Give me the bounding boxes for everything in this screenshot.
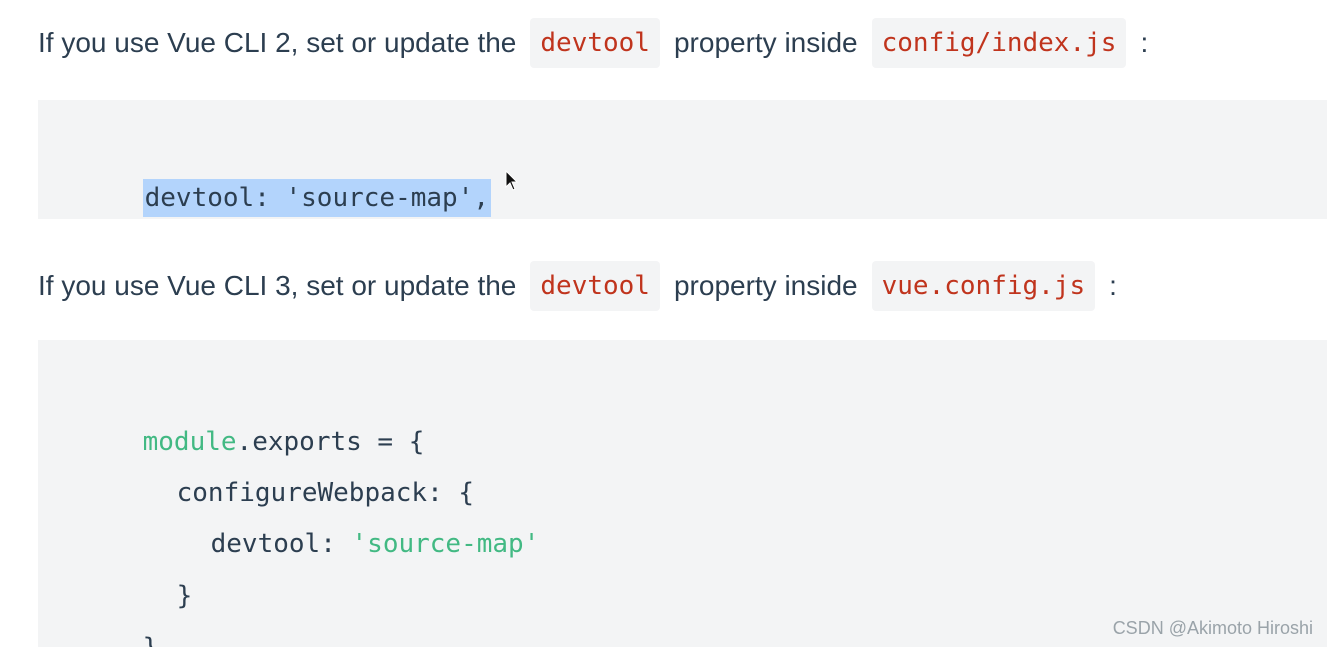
code-line[interactable]: devtool: 'source-map', bbox=[80, 138, 491, 217]
paragraph-vue-cli-3: If you use Vue CLI 3, set or update the … bbox=[38, 260, 1117, 312]
selected-code-text[interactable]: devtool: 'source-map', bbox=[142, 179, 491, 217]
code-line[interactable]: } bbox=[114, 536, 193, 611]
code-line[interactable]: } bbox=[80, 588, 159, 647]
inline-code-devtool: devtool bbox=[530, 261, 660, 311]
paragraph-colon: : bbox=[1109, 270, 1117, 301]
paragraph-text: If you use Vue CLI 3, set or update the bbox=[38, 270, 517, 301]
inline-code-config-file: config/index.js bbox=[871, 18, 1127, 68]
code-line[interactable]: module.exports = { bbox=[80, 382, 425, 457]
code-token-string: 'source-map' bbox=[351, 529, 540, 559]
code-line[interactable]: configureWebpack: { bbox=[114, 433, 474, 508]
paragraph-text: If you use Vue CLI 2, set or update the bbox=[38, 27, 517, 58]
code-line[interactable]: devtool: 'source-map' bbox=[148, 484, 540, 559]
code-token: devtool: bbox=[210, 529, 352, 559]
paragraph-text: property inside bbox=[673, 27, 858, 58]
code-token: } bbox=[176, 581, 193, 611]
inline-code-vue-config-file: vue.config.js bbox=[871, 261, 1096, 311]
watermark: CSDN @Akimoto Hiroshi bbox=[1112, 618, 1313, 638]
paragraph-vue-cli-2: If you use Vue CLI 2, set or update the … bbox=[38, 17, 1148, 69]
paragraph-colon: : bbox=[1140, 27, 1149, 58]
code-block-cli2[interactable]: devtool: 'source-map', bbox=[38, 100, 1327, 219]
mouse-pointer-icon bbox=[505, 170, 519, 191]
inline-code-devtool: devtool bbox=[530, 18, 660, 68]
code-block-cli3[interactable]: module.exports = { configureWebpack: { d… bbox=[38, 340, 1327, 647]
code-token: } bbox=[143, 633, 159, 647]
paragraph-text: property inside bbox=[673, 270, 858, 301]
